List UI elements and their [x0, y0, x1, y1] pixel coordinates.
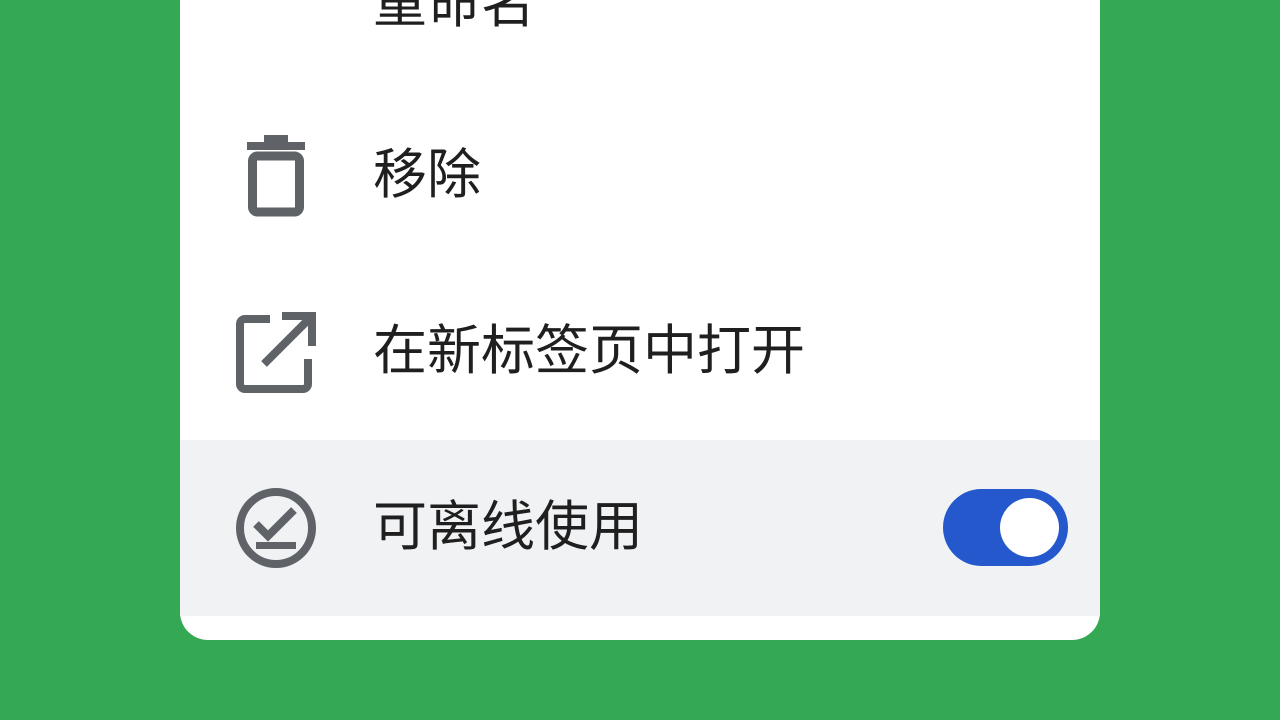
menu-item-rename[interactable]: 重命名	[180, 0, 1100, 31]
menu-item-open-new-tab[interactable]: 在新标签页中打开	[180, 264, 1100, 440]
offline-toggle[interactable]	[943, 489, 1068, 566]
menu-item-label: 移除	[373, 143, 481, 206]
menu-item-label: 在新标签页中打开	[373, 319, 805, 382]
menu-item-available-offline[interactable]: 可离线使用	[180, 440, 1100, 616]
open-in-new-icon	[230, 306, 322, 398]
offline-check-icon	[230, 482, 322, 574]
bottom-sheet-menu: 重命名 移除 在新标签页中打开 可离线使用	[180, 0, 1100, 640]
trash-icon	[230, 130, 322, 222]
menu-item-remove[interactable]: 移除	[180, 88, 1100, 264]
toggle-knob	[1000, 498, 1059, 557]
menu-item-label: 可离线使用	[373, 495, 643, 558]
menu-item-label: 重命名	[373, 0, 535, 35]
